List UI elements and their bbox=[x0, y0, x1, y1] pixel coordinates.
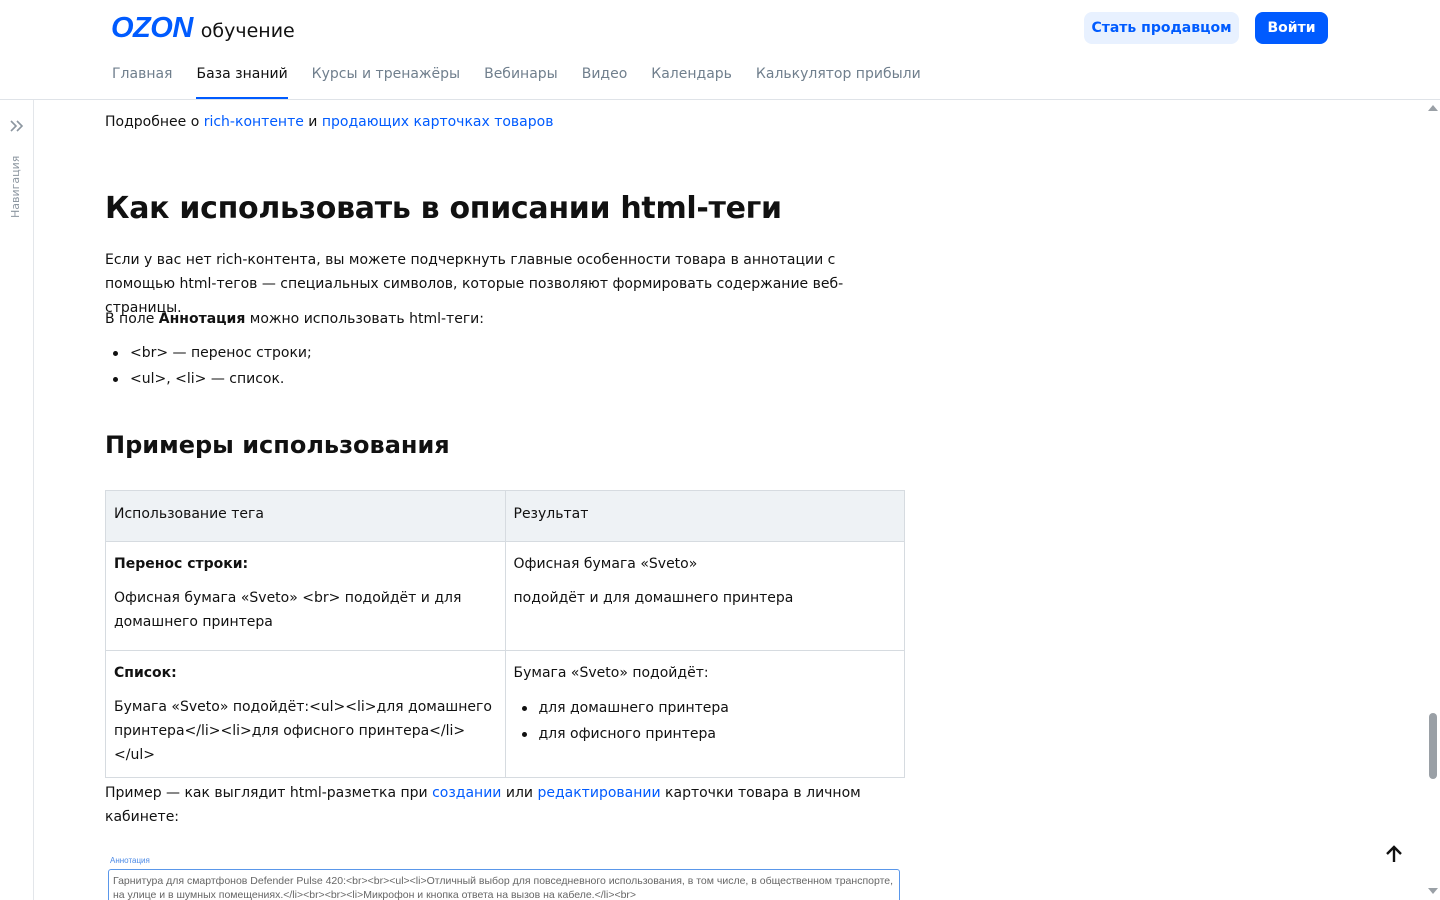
list-item: <ul>, <li> — список. bbox=[105, 366, 312, 392]
section-heading: Как использовать в описании html-теги bbox=[105, 191, 782, 226]
table-cell: Бумага «Sveto» подойдёт: для домашнего п… bbox=[504, 650, 905, 778]
page-scrollbar[interactable] bbox=[1426, 100, 1440, 900]
scroll-up-arrow-icon[interactable] bbox=[1428, 105, 1438, 111]
annotation-field-label: Аннотация bbox=[110, 856, 150, 865]
result-list: для домашнего принтера для офисного прин… bbox=[514, 695, 897, 747]
scroll-down-arrow-icon[interactable] bbox=[1428, 888, 1438, 894]
nav-item-home[interactable]: Главная bbox=[112, 66, 172, 99]
table-row: Список: Бумага «Sveto» подойдёт:<ul><li>… bbox=[105, 650, 905, 778]
table-row: Перенос строки: Офисная бумага «Sveto» <… bbox=[105, 541, 905, 651]
list-item: для домашнего принтера bbox=[514, 695, 897, 721]
cell-code: Офисная бумага «Sveto» <br> подойдёт и д… bbox=[114, 590, 462, 630]
intro-paragraph: Подробнее о rich-контенте и продающих ка… bbox=[105, 110, 553, 134]
become-seller-button[interactable]: Стать продавцом bbox=[1084, 12, 1239, 44]
main-nav: Главная База знаний Курсы и тренажёры Ве… bbox=[112, 66, 921, 99]
cell-title: Список: bbox=[114, 665, 177, 681]
login-button[interactable]: Войти bbox=[1255, 12, 1328, 44]
logo-subtitle: обучение bbox=[200, 20, 295, 42]
example-paragraph: Пример — как выглядит html-разметка при … bbox=[105, 781, 865, 829]
result-line: Офисная бумага «Sveto» bbox=[513, 556, 698, 572]
logo-mark: OZON bbox=[111, 12, 193, 44]
p2-suffix: можно использовать html-теги: bbox=[245, 311, 484, 327]
creating-link[interactable]: создании bbox=[432, 785, 501, 801]
rich-content-link[interactable]: rich-контенте bbox=[204, 114, 304, 130]
list-item: для офисного принтера bbox=[514, 721, 897, 747]
table-cell: Перенос строки: Офисная бумага «Sveto» <… bbox=[105, 541, 506, 651]
arrow-up-icon[interactable] bbox=[1382, 843, 1406, 867]
p2-prefix: В поле bbox=[105, 311, 159, 327]
nav-item-courses[interactable]: Курсы и тренажёры bbox=[312, 66, 460, 99]
nav-item-knowledge-base[interactable]: База знаний bbox=[196, 66, 288, 99]
table-cell: Список: Бумага «Sveto» подойдёт:<ul><li>… bbox=[105, 650, 506, 778]
scroll-thumb[interactable] bbox=[1429, 713, 1437, 779]
double-chevron-right-icon[interactable] bbox=[9, 119, 25, 133]
nav-item-profit-calculator[interactable]: Калькулятор прибыли bbox=[756, 66, 921, 99]
selling-cards-link[interactable]: продающих карточках товаров bbox=[322, 114, 554, 130]
result-intro: Бумага «Sveto» подойдёт: bbox=[513, 665, 709, 681]
p3-prefix: Пример — как выглядит html-разметка при bbox=[105, 785, 433, 801]
table-header-cell: Использование тега bbox=[105, 490, 506, 542]
examples-heading: Примеры использования bbox=[105, 431, 450, 459]
nav-item-webinars[interactable]: Вебинары bbox=[484, 66, 558, 99]
table-cell: Офисная бумага «Sveto» подойдёт и для до… bbox=[504, 541, 905, 651]
site-header: OZON обучение Стать продавцом Войти Глав… bbox=[0, 0, 1440, 100]
annotation-example-textarea: Гарнитура для смартфонов Defender Pulse … bbox=[108, 869, 900, 900]
list-item: <br> — перенос строки; bbox=[105, 340, 312, 366]
examples-table: Использование тега Результат Перенос стр… bbox=[105, 490, 905, 778]
table-header-row: Использование тега Результат bbox=[105, 490, 905, 542]
annotation-field-name: Аннотация bbox=[158, 311, 246, 327]
nav-item-calendar[interactable]: Календарь bbox=[651, 66, 732, 99]
side-navigation: Навигация bbox=[0, 100, 34, 900]
intro-prefix: Подробнее о bbox=[105, 114, 204, 130]
nav-item-video[interactable]: Видео bbox=[582, 66, 628, 99]
tags-list: <br> — перенос строки; <ul>, <li> — спис… bbox=[105, 340, 312, 392]
ozon-logo[interactable]: OZON обучение bbox=[111, 12, 295, 45]
table-header-cell: Результат bbox=[504, 490, 905, 542]
navigation-label[interactable]: Навигация bbox=[9, 148, 22, 218]
cell-code: Бумага «Sveto» подойдёт:<ul><li>для дома… bbox=[114, 699, 492, 763]
p3-middle: или bbox=[501, 785, 538, 801]
result-line: подойдёт и для домашнего принтера bbox=[513, 590, 794, 606]
intro-middle: и bbox=[303, 114, 322, 130]
editing-link[interactable]: редактировании bbox=[537, 785, 660, 801]
annotation-field-paragraph: В поле Аннотация можно использовать html… bbox=[105, 307, 484, 331]
cell-title: Перенос строки: bbox=[114, 556, 249, 572]
